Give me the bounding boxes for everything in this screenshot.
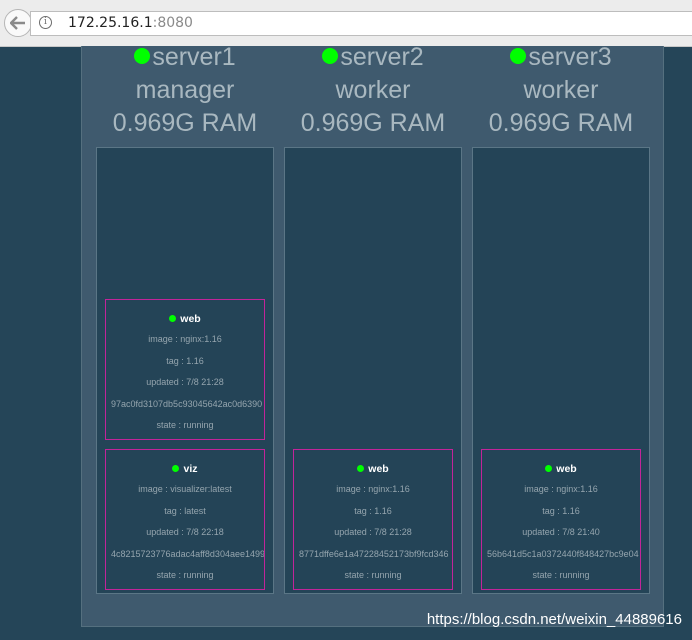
task-image: image : nginx:1.16	[148, 334, 222, 344]
browser-toolbar: i 172.25.16.1:8080	[0, 0, 692, 47]
task-state: state : running	[156, 420, 214, 430]
node-server1: server1 manager 0.969G RAM web image : n…	[96, 43, 274, 627]
back-button[interactable]	[4, 9, 32, 37]
task-state: state : running	[344, 570, 402, 580]
task-card-web[interactable]: web image : nginx:1.16 tag : 1.16 update…	[481, 449, 641, 590]
task-id: 4c8215723776adac4aff8d304aee1499	[111, 548, 264, 559]
node-name-line: server1	[86, 41, 284, 74]
node-name-line: server2	[274, 41, 472, 74]
task-name-line: viz	[106, 462, 264, 476]
task-tag: tag : 1.16	[166, 355, 204, 366]
task-state: state : running	[532, 570, 590, 580]
task-name-line: web	[294, 462, 452, 476]
task-tag: tag : latest	[164, 505, 206, 516]
node-status-dot	[510, 48, 527, 64]
node-ram: 0.969G RAM	[112, 109, 258, 137]
task-updated: updated : 7/8 21:28	[334, 527, 412, 537]
node-tasks-container: web image : nginx:1.16 tag : 1.16 update…	[472, 147, 650, 594]
task-tag: tag : 1.16	[354, 505, 392, 516]
task-status-dot	[172, 465, 180, 472]
node-name: server3	[528, 43, 612, 71]
task-id: 56b641d5c1a0372440f848427bc9e04	[487, 548, 639, 559]
node-role: worker	[523, 76, 599, 104]
url-port: :8080	[152, 15, 193, 31]
task-name: web	[180, 313, 201, 325]
node-ram: 0.969G RAM	[488, 109, 634, 137]
site-info-icon[interactable]: i	[39, 16, 52, 29]
node-tasks-container: web image : nginx:1.16 tag : 1.16 update…	[284, 147, 462, 594]
address-bar[interactable]: i 172.25.16.1:8080	[30, 11, 692, 36]
task-image: image : nginx:1.16	[336, 484, 410, 494]
node-server3: server3 worker 0.969G RAM web image : ng…	[472, 43, 650, 627]
task-card-web[interactable]: web image : nginx:1.16 tag : 1.16 update…	[293, 449, 453, 590]
task-name: viz	[183, 463, 198, 475]
node-tasks-container: web image : nginx:1.16 tag : 1.16 update…	[96, 147, 274, 594]
task-updated: updated : 7/8 21:40	[522, 527, 600, 537]
task-name-line: web	[482, 462, 640, 476]
task-name-line: web	[106, 312, 264, 326]
node-status-dot	[322, 48, 339, 64]
node-header: server2 worker 0.969G RAM	[274, 41, 472, 140]
watermark: https://blog.csdn.net/weixin_44889616	[426, 611, 682, 628]
task-status-dot	[357, 465, 365, 472]
task-state: state : running	[156, 570, 214, 580]
task-name: web	[556, 463, 577, 475]
node-name: server1	[152, 43, 236, 71]
node-header: server3 worker 0.969G RAM	[462, 41, 660, 140]
task-image: image : nginx:1.16	[524, 484, 598, 494]
task-id: 97ac0fd3107db5c93045642ac0d6390	[111, 398, 263, 409]
node-ram: 0.969G RAM	[300, 109, 446, 137]
back-arrow-icon	[10, 16, 25, 30]
task-tag: tag : 1.16	[542, 505, 580, 516]
task-id: 8771dffe6e1a47228452173bf9fcd346	[299, 548, 449, 559]
url-text[interactable]: 172.25.16.1:8080	[68, 15, 193, 31]
url-host: 172.25.16.1	[68, 15, 153, 31]
node-name: server2	[340, 43, 424, 71]
node-server2: server2 worker 0.969G RAM web image : ng…	[284, 43, 462, 627]
node-header: server1 manager 0.969G RAM	[86, 41, 284, 140]
visualizer-panel: server1 manager 0.969G RAM web image : n…	[81, 43, 664, 627]
task-name: web	[368, 463, 389, 475]
task-image: image : visualizer:latest	[138, 484, 232, 494]
node-role: worker	[335, 76, 411, 104]
task-status-dot	[169, 315, 177, 322]
task-card-viz[interactable]: viz image : visualizer:latest tag : late…	[105, 449, 265, 590]
task-status-dot	[545, 465, 553, 472]
task-updated: updated : 7/8 21:28	[146, 377, 224, 387]
task-updated: updated : 7/8 22:18	[146, 527, 224, 537]
task-card-web[interactable]: web image : nginx:1.16 tag : 1.16 update…	[105, 299, 265, 440]
node-status-dot	[134, 48, 151, 64]
node-role: manager	[135, 76, 235, 104]
node-name-line: server3	[462, 41, 660, 74]
